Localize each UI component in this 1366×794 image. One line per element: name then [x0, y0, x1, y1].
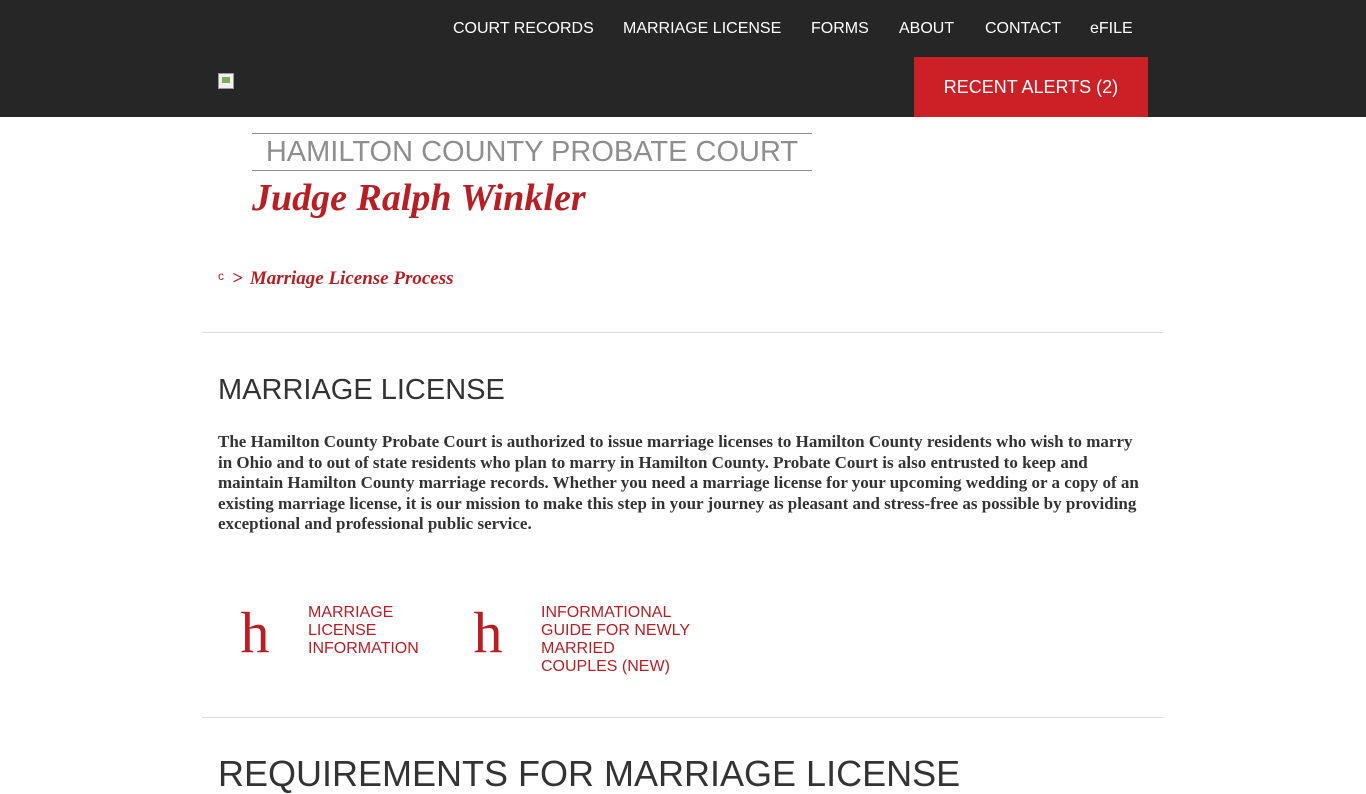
nav-contact[interactable]: CONTACT: [985, 18, 1061, 40]
link-label: MARRIAGE LICENSE INFORMATION: [308, 604, 419, 657]
nav-about[interactable]: ABOUT: [899, 18, 954, 40]
breadcrumb: c > Marriage License Process: [218, 268, 454, 292]
link-label: INFORMATIONAL GUIDE FOR NEWLY MARRIED CO…: [541, 604, 690, 675]
divider: [202, 332, 1163, 333]
nav-court-records[interactable]: COURT RECORDS: [453, 18, 594, 40]
breadcrumb-current: Marriage License Process: [249, 268, 454, 289]
marriage-license-information-link[interactable]: h MARRIAGE LICENSE INFORMATION: [222, 598, 438, 668]
recent-alerts-button[interactable]: RECENT ALERTS (2): [914, 57, 1148, 117]
intro-paragraph: The Hamilton County Probate Court is aut…: [218, 432, 1139, 534]
page-title: MARRIAGE LICENSE: [218, 374, 505, 406]
nav-efile[interactable]: eFILE: [1090, 18, 1133, 40]
judge-name: Judge Ralph Winkler: [252, 177, 586, 219]
court-name: HAMILTON COUNTY PROBATE COURT: [252, 133, 812, 171]
newly-married-guide-link[interactable]: h INFORMATIONAL GUIDE FOR NEWLY MARRIED …: [455, 598, 691, 676]
divider: [202, 717, 1163, 718]
document-icon: h: [473, 600, 503, 665]
broken-image-icon[interactable]: [218, 73, 234, 89]
document-icon: h: [240, 600, 270, 665]
nav-forms[interactable]: FORMS: [811, 18, 869, 40]
requirements-heading: REQUIREMENTS FOR MARRIAGE LICENSE: [218, 753, 961, 794]
breadcrumb-separator: >: [232, 268, 243, 289]
home-icon[interactable]: c: [218, 269, 224, 283]
main-nav: COURT RECORDS MARRIAGE LICENSE FORMS ABO…: [0, 18, 1366, 40]
site-header: COURT RECORDS MARRIAGE LICENSE FORMS ABO…: [0, 0, 1366, 117]
nav-marriage-license[interactable]: MARRIAGE LICENSE: [623, 18, 781, 40]
